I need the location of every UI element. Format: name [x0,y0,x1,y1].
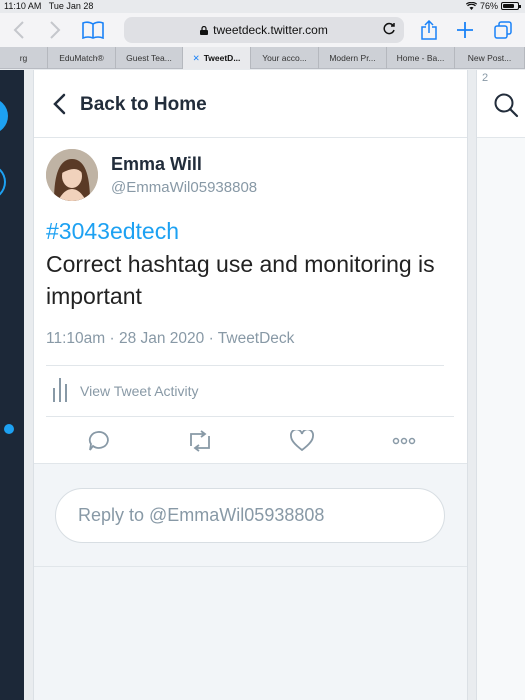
reply-input[interactable]: Reply to @EmmaWil05938808 [55,488,445,543]
column-header: Back to Home [34,70,467,138]
tab-modern[interactable]: Modern Pr... [319,47,387,69]
tweet-meta: 11:10am · 28 Jan 2020 · TweetDeck [46,330,295,347]
column-count: 2 [482,72,489,84]
tweet-text: Correct hashtag use and monitoring is im… [46,251,435,309]
next-column-header: 2 [477,70,525,138]
close-tab-icon[interactable]: ✕ [193,53,200,64]
view-tweet-activity-link[interactable]: View Tweet Activity [80,383,199,399]
more-button[interactable] [390,428,418,454]
lock-icon [200,25,209,35]
avatar[interactable] [46,149,98,201]
wifi-icon [465,2,477,10]
tabs-icon[interactable] [490,17,516,43]
tweet-detail: Emma Will @EmmaWil05938808 #3043edtech C… [34,138,467,464]
bar-chart-icon [53,378,67,402]
status-date: Tue Jan 28 [48,1,94,11]
tab-label: Your acco... [262,53,307,63]
rail-home-button[interactable] [0,98,8,134]
browser-toolbar: tweetdeck.twitter.com [0,13,525,47]
bookmarks-icon[interactable] [80,17,106,43]
tab-tweetdeck[interactable]: ✕ TweetD... [183,47,251,69]
status-time-date: 11:10 AM Tue Jan 28 [4,1,93,11]
divider [46,365,444,366]
forward-nav-icon[interactable] [42,17,68,43]
back-to-home-link[interactable]: Back to Home [80,94,207,116]
tweet-actions [34,428,467,458]
more-icon [392,437,416,445]
tab-guest-teacher[interactable]: Guest Tea... [116,47,183,69]
hashtag-link[interactable]: #3043edtech [46,218,179,245]
author-handle[interactable]: @EmmaWil05938808 [111,179,257,196]
tab-label: Home - Ba... [396,53,445,63]
status-time: 11:10 AM [4,1,42,11]
retweet-button[interactable] [186,428,214,454]
tab-new-post[interactable]: New Post... [455,47,525,69]
battery-level [503,4,514,8]
tab-rg[interactable]: rg [0,47,48,69]
battery-percent: 76% [479,1,498,11]
next-column: 2 [476,70,525,700]
tab-label: Modern Pr... [329,53,376,63]
retweet-icon [190,430,210,452]
rail-add-column-button[interactable] [0,164,6,200]
reply-area: Reply to @EmmaWil05938808 [34,464,467,567]
tab-home[interactable]: Home - Ba... [387,47,455,69]
app-nav-rail [0,70,24,700]
rail-indicator-dot [4,424,14,434]
tab-label: New Post... [467,53,512,63]
back-nav-icon[interactable] [6,17,32,43]
like-button[interactable] [288,428,316,454]
tab-edumatch[interactable]: EduMatch® [48,47,116,69]
add-tab-icon[interactable] [452,17,478,43]
tab-label: TweetD... [203,53,241,63]
tab-label: Guest Tea... [126,53,172,63]
tweet-detail-column: Back to Home Emma Will @EmmaWil05938808 … [33,70,468,700]
author-name[interactable]: Emma Will [111,154,202,175]
reply-button[interactable] [84,428,112,454]
reload-icon[interactable] [382,22,396,36]
tab-label: EduMatch® [59,53,104,63]
status-bar: 11:10 AM Tue Jan 28 76% [0,0,525,13]
battery-icon [501,2,521,10]
tab-strip: rg EduMatch® Guest Tea... ✕ TweetD... You… [0,47,525,69]
back-chevron-icon[interactable] [50,92,70,116]
address-bar[interactable]: tweetdeck.twitter.com [124,17,404,43]
divider [46,416,454,417]
share-icon[interactable] [416,17,442,43]
status-right: 76% [465,1,521,11]
search-icon[interactable] [493,92,519,118]
tab-your-account[interactable]: Your acco... [251,47,319,69]
url-text: tweetdeck.twitter.com [213,23,328,37]
tab-label: rg [19,53,28,63]
like-icon [290,430,314,452]
reply-icon [88,431,109,451]
